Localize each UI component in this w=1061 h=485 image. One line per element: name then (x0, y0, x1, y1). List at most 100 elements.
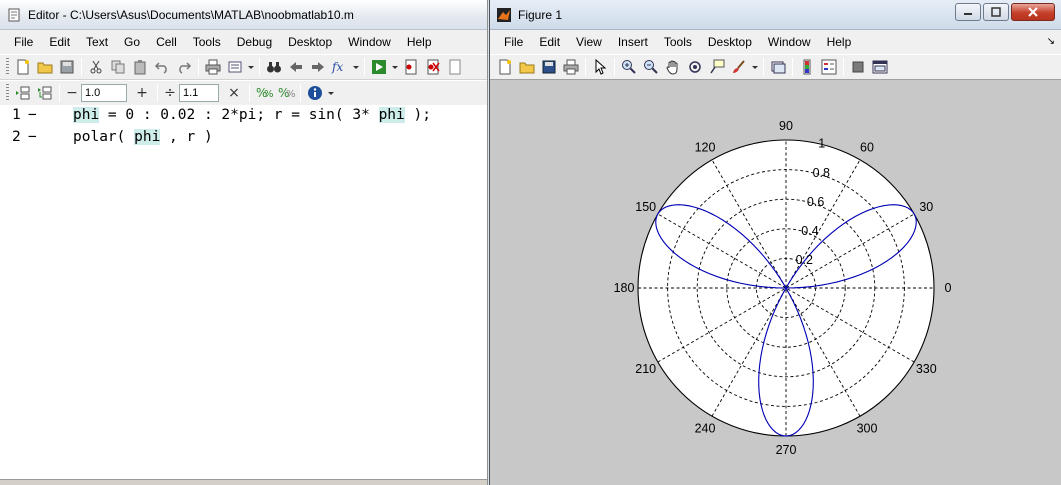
dock-arrow[interactable]: ↘ (1047, 36, 1055, 47)
open-file-button[interactable] (34, 56, 56, 78)
find-button[interactable] (263, 56, 285, 78)
save-icon (60, 60, 74, 74)
figure-menu-file[interactable]: File (496, 32, 531, 52)
brush-dropdown[interactable] (750, 56, 760, 78)
play-icon (372, 60, 386, 74)
link-plot-button[interactable] (767, 56, 789, 78)
pan-button[interactable] (662, 56, 684, 78)
figure-menu-help[interactable]: Help (819, 32, 860, 52)
multiply-value-field[interactable]: 1.1 (179, 84, 219, 102)
editor-menu-help[interactable]: Help (399, 32, 440, 52)
publish-dropdown[interactable] (246, 56, 256, 78)
editor-menu-window[interactable]: Window (340, 32, 399, 52)
close-icon (1028, 7, 1038, 17)
document-icon (8, 8, 20, 22)
show-plot-tools-button[interactable] (869, 56, 891, 78)
minimize-button[interactable] (955, 3, 981, 21)
code-editor[interactable]: 1− phi = 0 : 0.02 : 2*pi; r = sin( 3* phi… (0, 105, 487, 485)
redo-icon (179, 62, 192, 74)
editor-menu-debug[interactable]: Debug (229, 32, 280, 52)
cut-button[interactable] (85, 56, 107, 78)
step-button[interactable] (444, 56, 466, 78)
figure-menu-edit[interactable]: Edit (531, 32, 568, 52)
back-button[interactable] (285, 56, 307, 78)
toolbar-grip[interactable] (6, 58, 9, 76)
forward-button[interactable] (307, 56, 329, 78)
step-icon (449, 59, 461, 75)
info-icon (308, 86, 322, 100)
legend-button[interactable] (818, 56, 840, 78)
editor-menu-text[interactable]: Text (78, 32, 116, 52)
breakpoint-icon (405, 59, 417, 75)
redo-button[interactable] (173, 56, 195, 78)
maximize-button[interactable] (983, 3, 1009, 21)
run-button[interactable] (368, 56, 390, 78)
hide-plot-tools-button[interactable] (847, 56, 869, 78)
zoom-in-icon (622, 60, 636, 74)
decrement-button[interactable]: − (63, 85, 81, 101)
editor-menu-file[interactable]: File (6, 32, 41, 52)
help-dropdown[interactable] (326, 82, 336, 104)
figure-menu-desktop[interactable]: Desktop (700, 32, 760, 52)
set-breakpoint-button[interactable] (400, 56, 422, 78)
multiply-button[interactable]: × (225, 85, 243, 101)
copy-button[interactable] (107, 56, 129, 78)
show-tools-icon (872, 60, 888, 74)
increment-button[interactable]: + (133, 85, 151, 101)
help-button[interactable] (304, 82, 326, 104)
function-button[interactable]: fx (329, 56, 351, 78)
publish-button[interactable] (224, 56, 246, 78)
zoom-out-button[interactable] (640, 56, 662, 78)
clear-breakpoints-button[interactable] (422, 56, 444, 78)
print-button[interactable] (202, 56, 224, 78)
figure-menu-insert[interactable]: Insert (610, 32, 656, 52)
figure-menu-view[interactable]: View (568, 32, 610, 52)
new-figure-button[interactable] (494, 56, 516, 78)
comment-button[interactable]: %% (253, 82, 275, 104)
print-figure-button[interactable] (560, 56, 582, 78)
undo-button[interactable] (151, 56, 173, 78)
edit-plot-button[interactable] (589, 56, 611, 78)
editor-menubar: File Edit Text Go Cell Tools Debug Desktop Windo… (0, 30, 487, 54)
data-cursor-button[interactable] (706, 56, 728, 78)
zoom-in-button[interactable] (618, 56, 640, 78)
uncomment-button[interactable]: %% (275, 82, 297, 104)
editor-menu-desktop[interactable]: Desktop (280, 32, 340, 52)
open-file-button[interactable] (516, 56, 538, 78)
toolbar-grip[interactable] (6, 84, 9, 102)
editor-menu-tools[interactable]: Tools (185, 32, 229, 52)
run-dropdown[interactable] (390, 56, 400, 78)
line-number: 1 (12, 107, 21, 123)
breakpoint-marker[interactable]: − (28, 129, 37, 145)
close-button[interactable] (1011, 3, 1055, 21)
save-figure-button[interactable] (538, 56, 560, 78)
code-line[interactable]: 2− polar( phi , r ) (0, 127, 487, 147)
editor-menu-cell[interactable]: Cell (148, 32, 185, 52)
colorbar-button[interactable] (796, 56, 818, 78)
figure-canvas[interactable]: 0 30 60 90 120 150 180 210 240 270 300 330 0.2 0.4 0.6… (490, 107, 1061, 485)
dropdown-arrow-icon (248, 66, 254, 69)
rotate-3d-button[interactable] (684, 56, 706, 78)
new-file-button[interactable] (12, 56, 34, 78)
eval-cell-button[interactable] (12, 82, 34, 104)
percent-comment-icon: %% (256, 86, 273, 100)
editor-titlebar[interactable]: Editor - C:\Users\Asus\Documents\MATLAB\… (0, 0, 487, 30)
eval-advance-button[interactable] (34, 82, 56, 104)
editor-menu-go[interactable]: Go (116, 32, 148, 52)
polar-plot[interactable]: 0 30 60 90 120 150 180 210 240 270 300 330 0.2 0.4 0.6… (490, 107, 1061, 485)
editor-menu-edit[interactable]: Edit (41, 32, 78, 52)
save-button[interactable] (56, 56, 78, 78)
breakpoint-marker[interactable]: − (28, 107, 37, 123)
code-line[interactable]: 1− phi = 0 : 0.02 : 2*pi; r = sin( 3* phi… (0, 105, 487, 125)
window-controls (953, 3, 1055, 21)
figure-titlebar[interactable]: Figure 1 (490, 0, 1061, 30)
code-segment: polar( (73, 129, 135, 145)
divide-button[interactable]: ÷ (161, 85, 179, 101)
figure-menu-tools[interactable]: Tools (656, 32, 700, 52)
increment-value-field[interactable]: 1.0 (81, 84, 127, 102)
brush-button[interactable] (728, 56, 750, 78)
function-dropdown[interactable] (351, 56, 361, 78)
paste-button[interactable] (129, 56, 151, 78)
code-segment: , r ) (160, 129, 213, 145)
figure-menu-window[interactable]: Window (760, 32, 819, 52)
